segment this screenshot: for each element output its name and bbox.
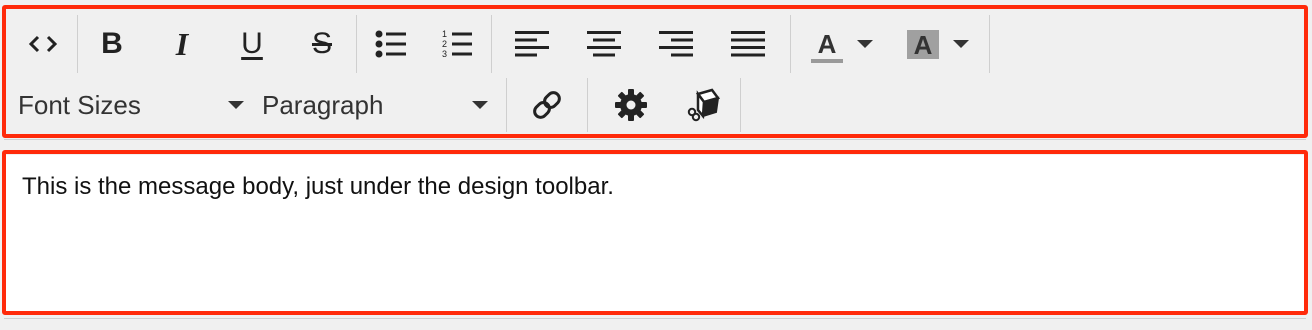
- align-justify-button[interactable]: [711, 15, 785, 73]
- toolbar-separator: [790, 15, 791, 73]
- toolbar-separator: [356, 15, 357, 73]
- code-icon: [28, 35, 58, 53]
- paragraph-format-dropdown[interactable]: Paragraph: [258, 78, 502, 132]
- numbered-list-button[interactable]: 1 2 3: [428, 15, 486, 73]
- toolbar-separator: [491, 15, 492, 73]
- text-color-swatch: [811, 59, 843, 63]
- source-code-button[interactable]: [14, 15, 72, 73]
- body-bottom-border: [4, 318, 1306, 319]
- message-body-text: This is the message body, just under the…: [22, 173, 614, 200]
- toolbar-row-blocks: Font Sizes Paragraph: [14, 78, 745, 132]
- align-center-button[interactable]: [567, 15, 641, 73]
- bullet-list-button[interactable]: [362, 15, 420, 73]
- svg-text:3: 3: [442, 49, 447, 59]
- toolbar-separator: [989, 15, 990, 73]
- background-color-icon: A: [907, 29, 939, 60]
- toolbar-row-formatting: B I U S 1 2 3 A A: [14, 15, 995, 73]
- strikethrough-icon: S: [311, 27, 332, 60]
- chevron-down-icon[interactable]: [857, 40, 873, 48]
- editor-frame: B I U S 1 2 3 A A Font Sizes Paragraph T…: [0, 0, 1312, 330]
- toolbar-separator: [587, 78, 588, 132]
- text-color-icon: A: [811, 29, 843, 63]
- toolbar-separator: [77, 15, 78, 73]
- plugin-box-icon: [687, 88, 720, 122]
- underline-icon: U: [241, 27, 263, 60]
- font-sizes-dropdown[interactable]: Font Sizes: [14, 78, 258, 132]
- toolbar-separator: [506, 78, 507, 132]
- chevron-down-icon: [472, 101, 488, 109]
- paragraph-label: Paragraph: [262, 89, 384, 120]
- bullet-list-icon: [375, 30, 406, 58]
- svg-text:2: 2: [442, 39, 447, 49]
- toolbar-separator: [740, 78, 741, 132]
- font-sizes-label: Font Sizes: [18, 89, 141, 120]
- text-color-letter: A: [817, 29, 837, 59]
- align-justify-icon: [731, 31, 765, 57]
- background-color-letter: A: [913, 29, 933, 60]
- insert-link-button[interactable]: [511, 78, 583, 132]
- italic-icon: I: [175, 26, 189, 62]
- plugin-button[interactable]: [670, 78, 736, 132]
- chevron-down-icon: [228, 101, 244, 109]
- chevron-down-icon[interactable]: [953, 40, 969, 48]
- bold-icon: B: [101, 27, 123, 60]
- gear-icon: [615, 89, 647, 121]
- align-left-icon: [515, 31, 549, 57]
- align-center-icon: [587, 31, 621, 57]
- align-right-button[interactable]: [641, 15, 711, 73]
- bold-button[interactable]: B: [83, 15, 141, 73]
- underline-button[interactable]: U: [223, 15, 281, 73]
- numbered-list-icon: 1 2 3: [442, 29, 472, 59]
- text-color-button[interactable]: A: [796, 15, 888, 73]
- message-body-editor[interactable]: This is the message body, just under the…: [6, 155, 1304, 311]
- align-left-button[interactable]: [497, 15, 567, 73]
- settings-button[interactable]: [592, 78, 670, 132]
- background-color-button[interactable]: A: [892, 15, 984, 73]
- align-right-icon: [659, 31, 693, 57]
- link-icon: [533, 91, 561, 119]
- strikethrough-button[interactable]: S: [293, 15, 351, 73]
- toolbar-divider: [4, 139, 1306, 140]
- italic-button[interactable]: I: [153, 15, 211, 73]
- svg-text:1: 1: [442, 29, 447, 39]
